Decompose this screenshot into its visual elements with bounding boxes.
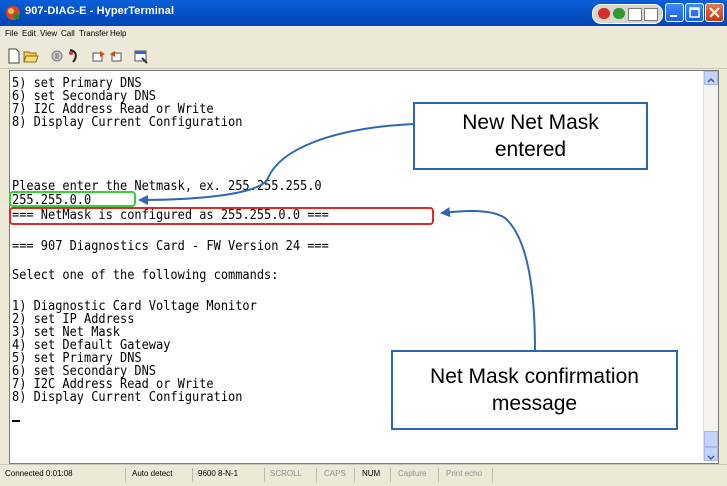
new-icon[interactable]	[6, 48, 22, 64]
send-icon[interactable]	[91, 48, 107, 64]
terminal-cursor	[12, 420, 20, 422]
status-divider	[354, 468, 355, 482]
status-divider	[316, 468, 317, 482]
menu-file[interactable]: File	[5, 29, 18, 38]
menu-view[interactable]: View	[40, 29, 57, 38]
tray-window-icon	[644, 8, 658, 21]
status-divider	[125, 468, 126, 482]
minimize-icon	[670, 15, 677, 17]
close-button[interactable]	[705, 3, 724, 22]
callout-new-net-mask: New Net Mask entered	[413, 102, 648, 170]
tray-icons	[592, 4, 663, 24]
title-bar[interactable]: 907-DIAG-E - HyperTerminal	[0, 0, 727, 26]
receive-icon[interactable]	[108, 48, 124, 64]
status-caps: CAPS	[324, 469, 346, 478]
disconnect-icon[interactable]	[49, 48, 65, 64]
close-icon	[709, 7, 720, 18]
chevron-up-icon	[707, 77, 715, 83]
tray-menu-icon	[628, 8, 642, 21]
terminal-line: === 907 Diagnostics Card - FW Version 24…	[12, 239, 329, 254]
status-divider	[264, 468, 265, 482]
status-print-echo: Print echo	[446, 469, 483, 478]
status-detect: Auto detect	[132, 469, 173, 478]
status-divider	[438, 468, 439, 482]
call-icon[interactable]	[66, 48, 82, 64]
tray-status-icon	[598, 8, 610, 19]
properties-icon[interactable]	[133, 48, 149, 64]
chevron-down-icon	[707, 455, 715, 461]
menu-help[interactable]: Help	[110, 29, 126, 38]
hyperterminal-app-icon	[6, 6, 20, 20]
callout-new-net-mask-text: New Net Mask entered	[462, 111, 599, 161]
maximize-icon	[689, 7, 700, 18]
status-scroll: SCROLL	[270, 469, 303, 478]
terminal-line: 8) Display Current Configuration	[12, 115, 243, 130]
scroll-up-button[interactable]	[704, 71, 718, 85]
status-divider	[492, 468, 493, 482]
terminal-line: Select one of the following commands:	[12, 268, 279, 283]
status-divider	[192, 468, 193, 482]
status-num: NUM	[362, 469, 381, 478]
menu-edit[interactable]: Edit	[22, 29, 36, 38]
status-bar: Connected 0:01:08 Auto detect 9600 8-N-1…	[0, 464, 727, 486]
status-settings: 9600 8-N-1	[198, 469, 239, 478]
open-icon[interactable]	[23, 48, 39, 64]
terminal-line: 8) Display Current Configuration	[12, 390, 243, 405]
menu-transfer[interactable]: Transfer	[79, 29, 109, 38]
menu-call[interactable]: Call	[61, 29, 75, 38]
tray-globe-icon	[613, 8, 625, 19]
new-netmask-highlight	[9, 191, 136, 207]
vertical-scrollbar[interactable]	[703, 71, 718, 461]
window-title: 907-DIAG-E - HyperTerminal	[25, 5, 175, 17]
status-connected: Connected 0:01:08	[5, 469, 73, 478]
status-capture: Capture	[398, 469, 427, 478]
toolbar	[0, 44, 727, 69]
maximize-button[interactable]	[685, 3, 704, 22]
status-divider	[390, 468, 391, 482]
scroll-down-button[interactable]	[704, 447, 718, 461]
callout-confirmation-message: Net Mask confirmation message	[391, 350, 678, 430]
netmask-confirmation-highlight	[9, 207, 434, 225]
minimize-button[interactable]	[665, 3, 684, 22]
scroll-thumb[interactable]	[704, 431, 718, 447]
menu-bar: File Edit View Call Transfer Help	[0, 26, 727, 44]
callout-confirmation-text: Net Mask confirmation message	[430, 365, 639, 415]
